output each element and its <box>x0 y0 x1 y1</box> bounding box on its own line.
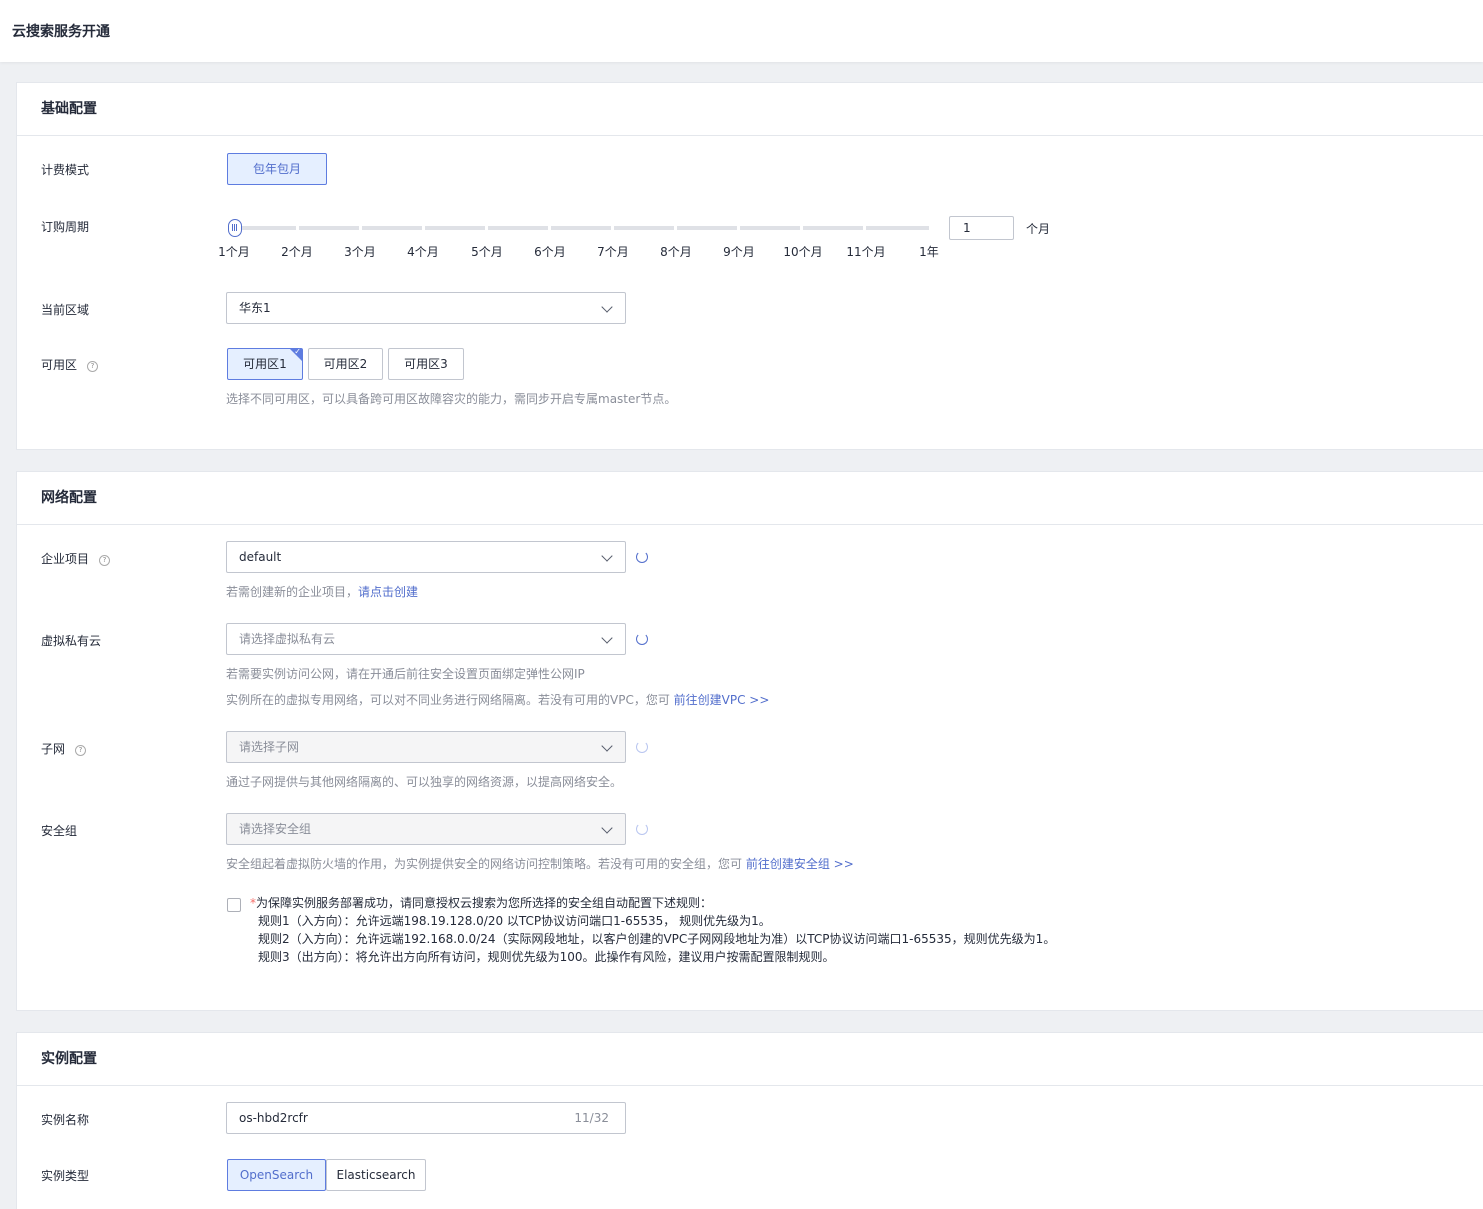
vpc-hint-public: 若需要实例访问公网，请在开通后前往安全设置页面绑定弹性公网IP <box>226 667 585 681</box>
security-group-placeholder: 请选择安全组 <box>239 822 312 836</box>
page-header: 云搜索服务开通 <box>0 0 1483 62</box>
type-elasticsearch-button[interactable]: Elasticsearch <box>326 1159 426 1191</box>
section-title: 网络配置 <box>17 472 1483 525</box>
vpc-label: 虚拟私有云 <box>41 634 102 648</box>
period-unit: 个月 <box>1026 222 1051 236</box>
create-vpc-link[interactable]: 前往创建VPC >> <box>674 693 770 707</box>
enterprise-project-label: 企业项目? <box>41 550 111 567</box>
section-title: 基础配置 <box>17 83 1483 136</box>
section-title: 实例配置 <box>17 1033 1483 1086</box>
chevron-down-icon <box>601 822 613 834</box>
period-tick[interactable]: 9个月 <box>709 243 769 260</box>
az-option-1-button[interactable]: 可用区1 ✓ <box>227 348 303 380</box>
rule-item: 规则3（出方向）：将允许出方向所有访问，规则优先级为100。此操作有风险，建议用… <box>258 950 835 964</box>
refresh-icon[interactable] <box>636 633 648 645</box>
vpc-select[interactable]: 请选择虚拟私有云 <box>226 623 626 655</box>
refresh-icon[interactable] <box>636 551 648 563</box>
period-tick[interactable]: 3个月 <box>330 243 390 260</box>
vpc-placeholder: 请选择虚拟私有云 <box>239 632 336 646</box>
subnet-placeholder: 请选择子网 <box>239 740 300 754</box>
subnet-label: 子网? <box>41 740 87 757</box>
period-tick[interactable]: 6个月 <box>520 243 580 260</box>
chevron-down-icon <box>601 632 613 644</box>
enterprise-project-value: default <box>239 550 282 564</box>
az-option-3-button[interactable]: 可用区3 <box>388 348 464 380</box>
period-tick[interactable]: 11个月 <box>836 243 896 260</box>
create-security-group-link[interactable]: 前往创建安全组 >> <box>746 857 854 871</box>
billing-label: 计费模式 <box>41 163 90 177</box>
instance-name-input[interactable]: os-hbd2rcfr 11/32 <box>226 1102 626 1134</box>
instance-name-value: os-hbd2rcfr <box>239 1111 308 1125</box>
az-hint: 选择不同可用区，可以具备跨可用区故障容灾的能力，需同步开启专属master节点。 <box>226 392 677 406</box>
enterprise-project-select[interactable]: default <box>226 541 626 573</box>
region-label: 当前区域 <box>41 303 90 317</box>
enterprise-project-hint: 若需创建新的企业项目，请点击创建 <box>226 585 419 599</box>
slider-handle[interactable] <box>228 219 242 237</box>
az-option-2-button[interactable]: 可用区2 <box>308 348 383 380</box>
period-tick[interactable]: 2个月 <box>267 243 327 260</box>
vpc-hint: 实例所在的虚拟专用网络，可以对不同业务进行网络隔离。若没有可用的VPC，您可 前… <box>226 693 770 707</box>
period-tick[interactable]: 1个月 <box>204 243 264 260</box>
create-enterprise-project-link[interactable]: 请点击创建 <box>358 585 418 599</box>
char-count: 11/32 <box>574 1111 609 1125</box>
period-tick[interactable]: 8个月 <box>646 243 706 260</box>
instance-name-label: 实例名称 <box>41 1113 90 1127</box>
period-tick[interactable]: 1年 <box>899 243 959 260</box>
rule-item: 规则2（入方向）：允许远端192.168.0.0/24（实际网段地址，以客户创建… <box>258 932 1056 946</box>
refresh-icon <box>636 741 648 753</box>
refresh-icon <box>636 823 648 835</box>
period-label: 订购周期 <box>41 220 90 234</box>
type-opensearch-button[interactable]: OpenSearch <box>227 1159 326 1191</box>
authorize-checkbox[interactable] <box>227 898 241 912</box>
period-tick[interactable]: 5个月 <box>457 243 517 260</box>
authorize-text: *为保障实例服务部署成功，请同意授权云搜索为您所选择的安全组自动配置下述规则： <box>250 896 713 910</box>
check-icon: ✓ <box>294 347 301 356</box>
az-label: 可用区? <box>41 356 99 373</box>
chevron-down-icon <box>601 550 613 562</box>
page-title: 云搜索服务开通 <box>12 24 110 40</box>
help-icon[interactable]: ? <box>99 555 111 566</box>
chevron-down-icon <box>601 301 613 313</box>
security-group-label: 安全组 <box>41 824 78 838</box>
security-group-select[interactable]: 请选择安全组 <box>226 813 626 845</box>
period-tick[interactable]: 4个月 <box>393 243 453 260</box>
billing-option-button[interactable]: 包年包月 <box>227 153 327 185</box>
period-tick[interactable]: 10个月 <box>773 243 833 260</box>
period-tick[interactable]: 7个月 <box>583 243 643 260</box>
network-config-card: 网络配置 企业项目? default 若需创建新的企业项目，请点击创建 虚拟私有… <box>16 471 1483 1011</box>
help-icon[interactable]: ? <box>87 361 99 372</box>
instance-config-card: 实例配置 实例名称 os-hbd2rcfr 11/32 实例类型 OpenSea… <box>16 1032 1483 1209</box>
region-value: 华东1 <box>239 301 271 315</box>
rule-item: 规则1（入方向）：允许远端198.19.128.0/20 以TCP协议访问端口1… <box>258 914 771 928</box>
period-input[interactable]: 1 <box>949 216 1014 240</box>
security-group-hint: 安全组起着虚拟防火墙的作用，为实例提供安全的网络访问控制策略。若没有可用的安全组… <box>226 857 854 871</box>
subnet-hint: 通过子网提供与其他网络隔离的、可以独享的网络资源，以提高网络安全。 <box>226 775 623 789</box>
help-icon[interactable]: ? <box>75 745 87 756</box>
chevron-down-icon <box>601 740 613 752</box>
subnet-select[interactable]: 请选择子网 <box>226 731 626 763</box>
basic-config-card: 基础配置 计费模式 包年包月 订购周期 1个月 2个月 3个月 4个月 5个月 … <box>16 82 1483 450</box>
instance-type-label: 实例类型 <box>41 1169 90 1183</box>
region-select[interactable]: 华东1 <box>226 292 626 324</box>
